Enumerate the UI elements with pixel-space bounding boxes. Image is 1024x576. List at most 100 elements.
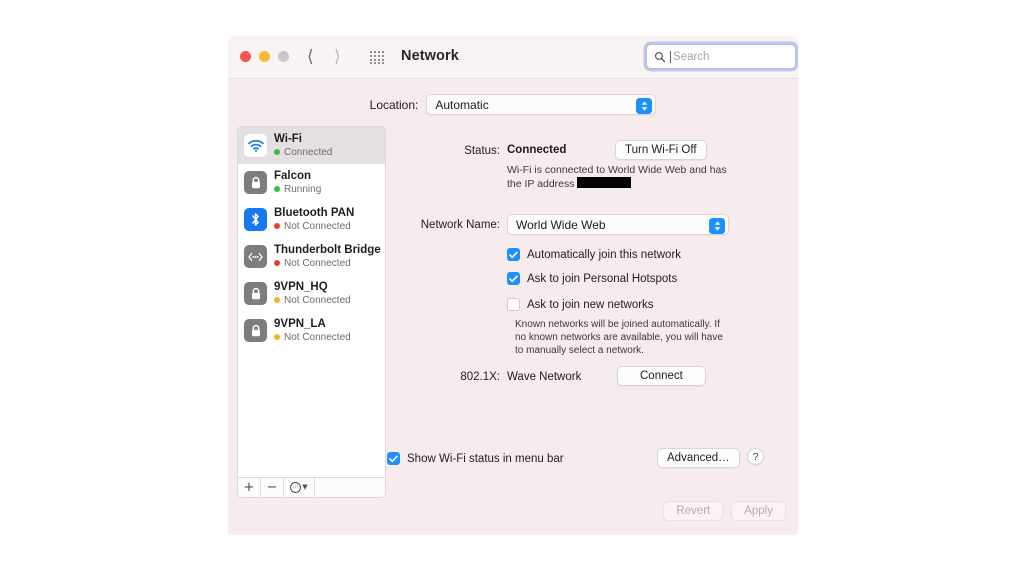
sidebar-item-9vpn-la[interactable]: 9VPN_LA Not Connected — [238, 312, 385, 349]
sidebar-item-thunderbolt-bridge[interactable]: Thunderbolt Bridge Not Connected — [238, 238, 385, 275]
location-dropdown[interactable]: Automatic — [426, 94, 657, 115]
sidebar-item-falcon[interactable]: Falcon Running — [238, 164, 385, 201]
search-field[interactable]: Search — [646, 44, 796, 69]
auto-join-checkbox[interactable]: Automatically join this network — [507, 248, 681, 261]
wifi-icon — [244, 134, 267, 157]
dot1x-row: 802.1X: Wave Network Connect — [395, 366, 789, 386]
sidebar-item-text: 9VPN_HQ Not Connected — [274, 281, 351, 307]
grid-apps-icon[interactable] — [370, 51, 385, 65]
status-row: Status: Connected Turn Wi-Fi Off — [395, 140, 789, 160]
network-name-dropdown[interactable]: World Wide Web — [507, 214, 729, 235]
add-service-button[interactable]: + — [238, 478, 261, 497]
checkbox-checked-icon — [387, 452, 400, 465]
magnifier-icon — [655, 51, 666, 62]
window-titlebar: ⟨ ⟩ Network Search — [228, 36, 798, 79]
search-caret — [670, 50, 671, 63]
status-value: Connected — [507, 144, 567, 156]
sidebar-item-9vpn-hq[interactable]: 9VPN_HQ Not Connected — [238, 275, 385, 312]
service-status: Connected — [274, 146, 332, 159]
new-networks-checkbox[interactable]: Ask to join new networks — [507, 298, 654, 311]
chevron-updown-icon — [709, 217, 725, 234]
service-name: Thunderbolt Bridge — [274, 243, 381, 256]
sidebar-item-text: Thunderbolt Bridge Not Connected — [274, 244, 381, 270]
help-button[interactable]: ? — [747, 448, 764, 465]
service-status-label: Not Connected — [284, 220, 351, 232]
status-dot-icon — [274, 297, 280, 303]
zoom-button[interactable] — [278, 51, 289, 62]
chevron-updown-icon — [636, 97, 653, 114]
chevron-down-icon: ▼ — [302, 483, 308, 491]
service-status-label: Not Connected — [284, 294, 351, 306]
service-status-label: Connected — [284, 146, 333, 158]
network-preferences-window: ⟨ ⟩ Network Search Location: Automatic W… — [228, 36, 798, 535]
service-status: Not Connected — [274, 257, 381, 270]
network-name-value: World Wide Web — [516, 217, 606, 232]
status-dot-icon — [274, 223, 280, 229]
thunderbolt-icon — [244, 245, 267, 268]
auto-join-label: Automatically join this network — [527, 248, 682, 261]
personal-hotspots-label: Ask to join Personal Hotspots — [527, 272, 678, 285]
redacted-ip-address — [577, 177, 632, 188]
lock-icon — [244, 319, 267, 342]
checkbox-unchecked-icon — [507, 298, 520, 311]
window-footer-buttons: Revert Apply — [663, 501, 786, 521]
minimize-button[interactable] — [259, 51, 270, 62]
lock-icon — [244, 171, 267, 194]
location-label: Location: — [369, 97, 419, 112]
network-name-label: Network Name: — [420, 219, 500, 231]
revert-button[interactable]: Revert — [663, 501, 724, 521]
remove-service-button[interactable]: − — [261, 478, 284, 497]
dot1x-value: Wave Network — [507, 370, 582, 383]
sidebar-item-text: Falcon Running — [274, 170, 321, 196]
checkbox-checked-icon — [507, 272, 520, 285]
turn-wifi-off-button[interactable]: Turn Wi-Fi Off — [615, 140, 707, 160]
service-name: 9VPN_LA — [274, 317, 326, 330]
service-status-label: Not Connected — [284, 257, 351, 269]
status-dot-icon — [274, 260, 280, 266]
close-button[interactable] — [240, 51, 251, 62]
service-name: 9VPN_HQ — [274, 280, 328, 293]
dot1x-label: 802.1X: — [460, 371, 500, 383]
location-row: Location: Automatic — [228, 94, 798, 115]
status-dot-icon — [274, 186, 280, 192]
service-name: Bluetooth PAN — [274, 206, 355, 219]
checkbox-checked-icon — [507, 248, 520, 261]
advanced-button[interactable]: Advanced… — [657, 448, 740, 468]
new-networks-label: Ask to join new networks — [527, 298, 654, 311]
status-description: Wi-Fi is connected to World Wide Web and… — [507, 163, 732, 191]
personal-hotspots-checkbox[interactable]: Ask to join Personal Hotspots — [507, 272, 677, 285]
sidebar-item-bluetooth-pan[interactable]: Bluetooth PAN Not Connected — [238, 201, 385, 238]
service-status: Not Connected — [274, 220, 354, 233]
chevron-right-icon[interactable]: ⟩ — [334, 47, 341, 67]
apply-button[interactable]: Apply — [731, 501, 786, 521]
service-status: Not Connected — [274, 331, 351, 344]
service-name: Falcon — [274, 169, 312, 182]
sidebar-item-wifi[interactable]: Wi-Fi Connected — [238, 127, 385, 164]
service-name: Wi-Fi — [274, 132, 302, 145]
chevron-left-icon[interactable]: ⟨ — [307, 47, 314, 67]
search-placeholder: Search — [673, 50, 710, 63]
service-status-label: Not Connected — [284, 331, 351, 343]
page-title: Network — [401, 48, 459, 64]
service-status: Not Connected — [274, 294, 351, 307]
gear-icon: ⋯ — [290, 482, 302, 493]
sidebar-footer-toolbar: + − ⋯ ▼ — [237, 478, 386, 498]
service-options-button[interactable]: ⋯ ▼ — [284, 478, 315, 497]
location-value: Automatic — [435, 97, 489, 112]
network-name-row: Network Name: World Wide Web — [395, 214, 789, 235]
service-status: Running — [274, 183, 321, 196]
sidebar-item-text: 9VPN_LA Not Connected — [274, 318, 351, 344]
connect-button[interactable]: Connect — [617, 366, 706, 386]
show-wifi-status-label: Show Wi-Fi status in menu bar — [407, 452, 564, 465]
lock-icon — [244, 282, 267, 305]
traffic-light-group — [240, 51, 289, 62]
content-area: Wi-Fi Connected Falcon Running Bluetooth… — [237, 126, 789, 535]
known-networks-note: Known networks will be joined automatica… — [515, 319, 723, 356]
status-dot-icon — [274, 149, 280, 155]
bluetooth-icon — [244, 208, 267, 231]
status-label: Status: — [464, 145, 500, 157]
network-services-list[interactable]: Wi-Fi Connected Falcon Running Bluetooth… — [237, 126, 386, 478]
show-wifi-status-checkbox[interactable]: Show Wi-Fi status in menu bar — [387, 452, 564, 465]
status-dot-icon — [274, 334, 280, 340]
sidebar-item-text: Wi-Fi Connected — [274, 133, 332, 159]
